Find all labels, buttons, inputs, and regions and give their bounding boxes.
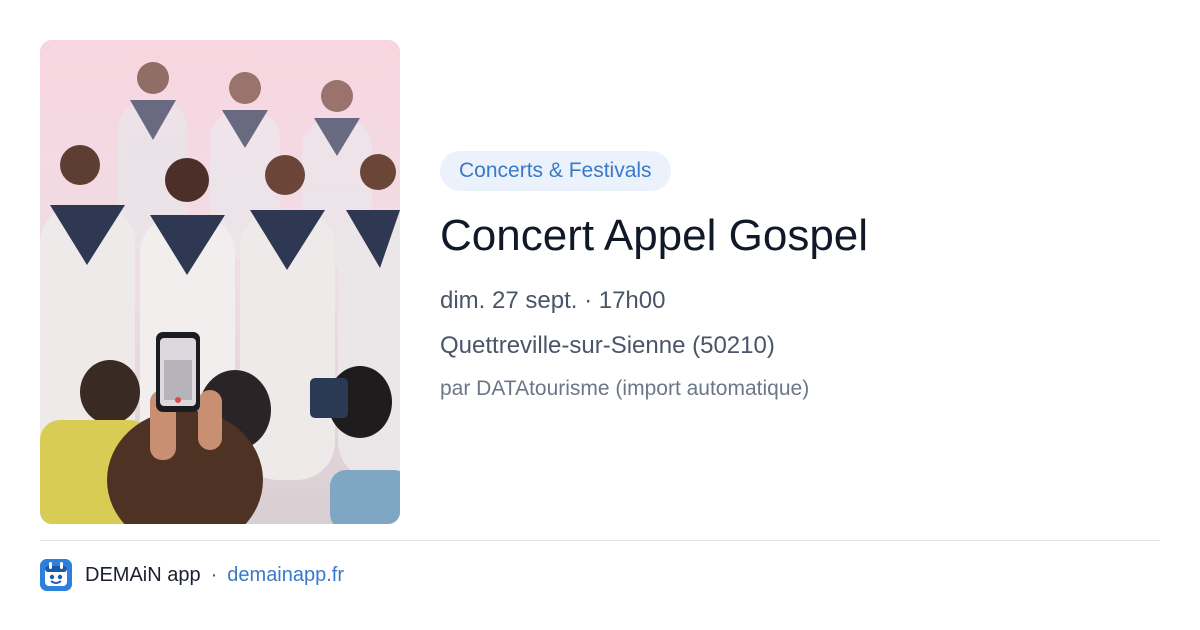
category-badge[interactable]: Concerts & Festivals [440,151,671,191]
demain-logo-icon [40,559,72,591]
website-link[interactable]: demainapp.fr [227,564,344,587]
choir-illustration [40,40,400,524]
event-share-card: Concerts & Festivals Concert Appel Gospe… [0,0,1200,630]
event-location: Quettreville-sur-Sienne (50210) [440,332,775,359]
event-title: Concert Appel Gospel [440,211,869,260]
footer-separator: · [210,563,218,586]
footer-divider [40,540,1160,541]
event-photo [40,40,400,524]
footer: DEMAiN app · demainapp.fr [40,558,344,592]
app-name: DEMAiN app [85,563,201,586]
event-source: par DATAtourisme (import automatique) [440,377,810,400]
event-date-time: dim. 27 sept. · 17h00 [440,287,666,314]
